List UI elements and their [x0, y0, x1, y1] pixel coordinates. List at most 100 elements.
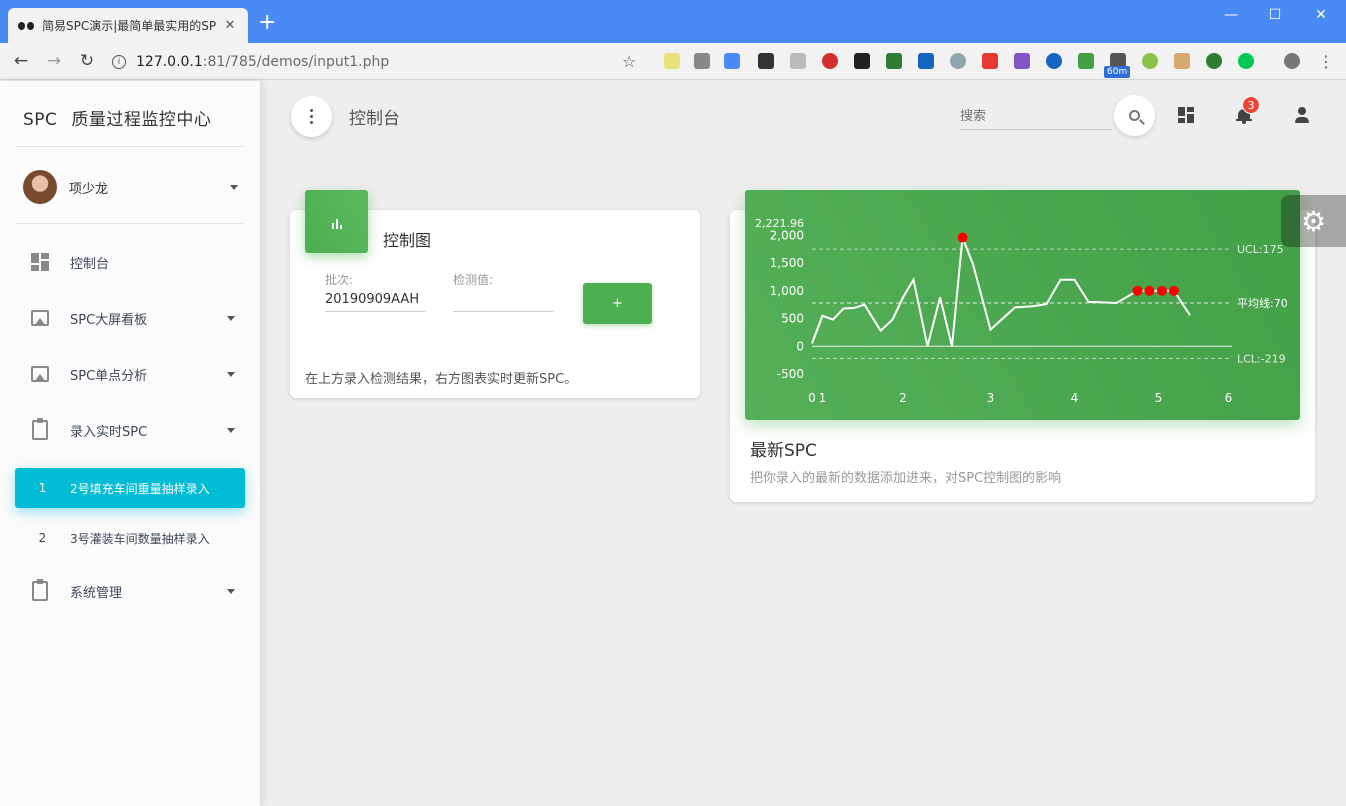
subitem-number: 1	[38, 481, 47, 495]
clipboard-icon	[30, 418, 50, 440]
minimize-icon[interactable]: —	[1208, 0, 1254, 30]
new-tab-icon[interactable]: +	[258, 12, 276, 34]
profile-icon[interactable]	[1284, 53, 1300, 69]
logo[interactable]: SPC 质量过程监控中心	[23, 105, 211, 130]
sidebar-item-label: 控制台	[70, 256, 110, 272]
tab-close-icon[interactable]: ✕	[222, 18, 238, 33]
lcl-label: LCL:-219	[1237, 352, 1286, 365]
extension-icon[interactable]	[886, 53, 902, 69]
add-button[interactable]: +	[583, 283, 652, 324]
batch-input[interactable]	[325, 288, 425, 312]
forward-icon[interactable]: →	[43, 51, 65, 71]
y-tick-label: 500	[781, 312, 804, 326]
qr-code-icon[interactable]	[854, 53, 870, 69]
extension-icon[interactable]	[758, 53, 774, 69]
out-of-control-point	[1168, 285, 1179, 296]
value-input[interactable]	[453, 288, 553, 312]
chevron-down-icon	[227, 315, 235, 321]
sidebar-item-spc-input[interactable]: 录入实时SPC	[30, 415, 235, 445]
maximize-icon[interactable]: ☐	[1252, 0, 1298, 30]
extension-icon[interactable]	[1078, 53, 1094, 69]
user-menu[interactable]: 项少龙	[23, 169, 238, 205]
clipboard-icon	[30, 579, 50, 601]
card-footer: 在上方录入检测结果，右方图表实时更新SPC。	[305, 372, 578, 387]
back-icon[interactable]: ←	[10, 51, 32, 71]
extension-icon[interactable]	[950, 53, 966, 69]
url-host: 127.0.0.1	[136, 53, 203, 70]
user-name: 项少龙	[69, 181, 109, 197]
timer-badge: 60m	[1104, 66, 1131, 78]
x-tick-label: 0	[808, 391, 816, 405]
info-icon[interactable]: i	[112, 54, 126, 69]
out-of-control-point	[1132, 285, 1143, 296]
sidebar-subitem[interactable]: 2 3号灌装车间数量抽样录入	[15, 518, 245, 558]
logo-text: 质量过程监控中心	[71, 110, 212, 130]
value-label: 检测值:	[453, 273, 494, 287]
close-window-icon[interactable]: ✕	[1298, 0, 1344, 30]
extension-icon[interactable]	[1142, 53, 1158, 69]
subitem-label: 3号灌装车间数量抽样录入	[70, 531, 210, 546]
y-tick-label: -500	[777, 367, 804, 381]
bar-chart-icon	[305, 190, 368, 253]
browser-menu-icon[interactable]: ⋮	[1318, 52, 1334, 71]
dashboard-icon	[30, 252, 50, 272]
sidebar-item-label: SPC单点分析	[70, 368, 148, 384]
reload-icon[interactable]: ↻	[76, 51, 98, 71]
translate-icon[interactable]	[724, 53, 740, 69]
extension-icon[interactable]	[1046, 53, 1062, 69]
browser-tab[interactable]: 简易SPC演示|最简单最实用的SP ✕	[8, 8, 248, 43]
out-of-control-point	[957, 232, 968, 243]
y-tick-label: 1,000	[770, 284, 804, 298]
sidebar-toggle-button[interactable]	[291, 96, 332, 137]
check-icon[interactable]	[790, 53, 806, 69]
ucl-label: UCL:175	[1237, 243, 1284, 256]
search-icon	[1129, 110, 1140, 121]
x-tick-label: 4	[1071, 391, 1079, 405]
logo-mini: SPC	[23, 110, 58, 130]
extension-icon[interactable]	[1014, 53, 1030, 69]
dashboard-icon[interactable]	[1178, 107, 1194, 123]
extension-icon[interactable]	[982, 53, 998, 69]
sidebar-item-spc-analysis[interactable]: SPC单点分析	[30, 359, 235, 389]
browser-tab-strip: 简易SPC演示|最简单最实用的SP ✕ + — ☐ ✕	[0, 0, 1346, 43]
chevron-down-icon	[227, 427, 235, 433]
search-input[interactable]	[960, 104, 1112, 130]
chart-card-title: 最新SPC	[750, 441, 817, 461]
block-icon[interactable]	[822, 53, 838, 69]
spc-chart: 2,221.96 2,000 1,500 1,000 500 0 -500 0 1 2 3 4 5 6 UC…	[745, 190, 1300, 420]
avatar	[23, 170, 57, 204]
sidebar-item-spc-board[interactable]: SPC大屏看板	[30, 303, 235, 333]
url-path: :81/785/demos/input1.php	[202, 53, 390, 70]
subitem-label: 2号填充车间重量抽样录入	[70, 481, 210, 496]
y-tick-label: 2,000	[770, 228, 804, 242]
x-tick-label: 6	[1225, 391, 1233, 405]
x-tick-label: 3	[987, 391, 995, 405]
y-tick-label: 1,500	[770, 256, 804, 270]
extension-icon[interactable]	[1238, 53, 1254, 69]
chevron-down-icon	[227, 371, 235, 377]
out-of-control-point	[1144, 285, 1155, 296]
out-of-control-point	[1157, 285, 1167, 296]
user-icon[interactable]	[1294, 107, 1310, 123]
chart-card-subtitle: 把你录入的最新的数据添加进来，对SPC控制图的影响	[750, 471, 1062, 486]
extension-icon[interactable]	[664, 53, 680, 69]
url-bar[interactable]: i 127.0.0.1:81/785/demos/input1.php	[112, 48, 652, 75]
extension-icon[interactable]	[1174, 53, 1190, 69]
sidebar-item-label: SPC大屏看板	[70, 312, 148, 328]
image-icon	[30, 308, 50, 328]
sidebar-subitem-active[interactable]: 1 2号填充车间重量抽样录入	[15, 468, 245, 508]
x-tick-label: 2	[899, 391, 907, 405]
x-tick-label: 5	[1155, 391, 1163, 405]
chart-icon[interactable]	[918, 53, 934, 69]
bookmark-star-icon[interactable]: ☆	[622, 52, 636, 71]
sidebar-item-dashboard[interactable]: 控制台	[30, 247, 235, 277]
divider	[15, 223, 245, 224]
mean-label: 平均线:70	[1237, 296, 1288, 310]
settings-gear-icon[interactable]: ⚙	[1281, 195, 1346, 247]
search-button[interactable]	[1114, 95, 1155, 136]
batch-label: 批次:	[325, 273, 354, 287]
sidebar-item-system[interactable]: 系统管理	[30, 576, 235, 606]
extension-icon[interactable]	[1206, 53, 1222, 69]
download-icon[interactable]	[694, 53, 710, 69]
subitem-number: 2	[38, 531, 47, 545]
